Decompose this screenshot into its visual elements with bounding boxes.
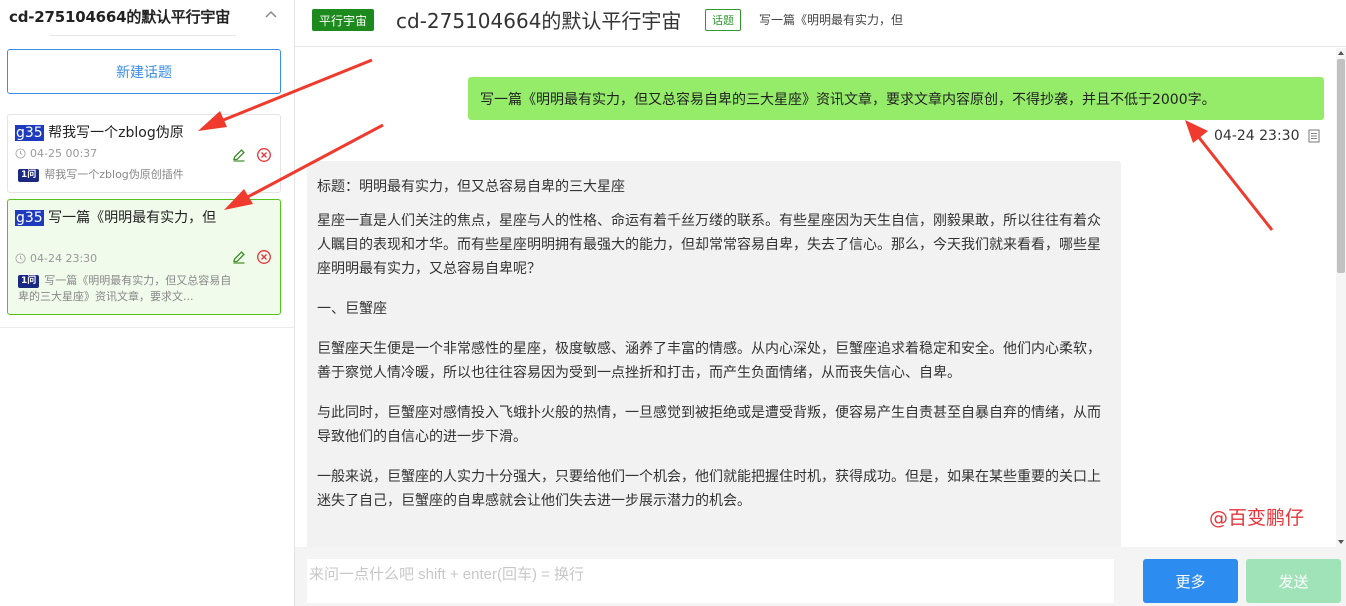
sidebar-list-end-divider [0, 327, 294, 328]
edit-icon[interactable] [231, 249, 247, 265]
chat-header: 平行宇宙 cd-275104664的默认平行宇宙 话题 写一篇《明明最有实力，但 [295, 0, 1346, 47]
question-count-badge: 1问 [18, 275, 40, 288]
edit-icon[interactable] [231, 147, 247, 163]
conversation-preview-text: 写一篇《明明最有实力，但又总容易自卑的三大星座》资讯文章，要求文... [18, 274, 232, 303]
sidebar-header: cd-275104664的默认平行宇宙 [9, 4, 281, 36]
chevron-up-icon[interactable] [263, 6, 279, 22]
conversation-item[interactable]: g35 帮我写一个zblog伪原 04-25 00:37 1问 帮我写一个zbl… [7, 114, 281, 193]
conversation-item-active[interactable]: g35 写一篇《明明最有实力，但 04-24 23:30 1问 写一篇《明明最有… [7, 199, 281, 315]
model-tag: g35 [15, 125, 44, 141]
conversation-title: g35 写一篇《明明最有实力，但 [15, 208, 225, 229]
message-timestamp-text: 04-24 23:30 [1214, 128, 1300, 144]
sidebar-divider [50, 35, 236, 36]
composer: 更多 发送 [295, 547, 1346, 606]
conversation-title-text: 帮我写一个zblog伪原 [43, 125, 184, 141]
scrollbar-thumb[interactable] [1337, 59, 1345, 273]
sidebar: cd-275104664的默认平行宇宙 新建话题 g35 帮我写一个zblog伪… [0, 0, 295, 606]
conversation-preview: 1问 帮我写一个zblog伪原创插件 [18, 167, 238, 183]
conversation-time: 04-24 23:30 [15, 252, 97, 265]
assistant-paragraph: 星座一直是人们关注的焦点，星座与人的性格、命运有着千丝万缕的联系。有些星座因为天… [317, 213, 1101, 277]
assistant-message-bubble: 标题：明明最有实力，但又总容易自卑的三大星座 星座一直是人们关注的焦点，星座与人… [307, 161, 1121, 547]
conversation-title-text: 写一篇《明明最有实力，但 [43, 210, 217, 226]
user-message-bubble: 写一篇《明明最有实力，但又总容易自卑的三大星座》资讯文章，要求文章内容原创，不得… [468, 77, 1324, 120]
topic-badge: 话题 [705, 9, 741, 31]
copy-icon[interactable] [1308, 129, 1320, 143]
sidebar-title: cd-275104664的默认平行宇宙 [9, 8, 230, 26]
assistant-paragraph: 巨蟹座天生便是一个非常感性的星座，极度敏感、涵养了丰富的情感。从内心深处，巨蟹座… [317, 341, 1101, 381]
send-button[interactable]: 发送 [1246, 559, 1341, 603]
conversation-title: g35 帮我写一个zblog伪原 [15, 123, 225, 144]
chat-scrollbar[interactable] [1336, 48, 1346, 547]
clock-icon [15, 253, 26, 264]
more-button[interactable]: 更多 [1143, 559, 1238, 603]
model-tag: g35 [15, 210, 44, 226]
scroll-down-arrow[interactable] [1338, 540, 1344, 544]
universe-badge: 平行宇宙 [312, 9, 375, 31]
conversation-preview: 1问 写一篇《明明最有实力，但又总容易自卑的三大星座》资讯文章，要求文... [18, 273, 238, 305]
conversation-preview-text: 帮我写一个zblog伪原创插件 [44, 168, 184, 181]
new-topic-button[interactable]: 新建话题 [7, 49, 281, 94]
conversation-time: 04-25 00:37 [15, 147, 97, 160]
watermark: @百变鹏仔 [1209, 507, 1305, 529]
delete-icon[interactable] [256, 249, 272, 265]
conversation-time-text: 04-24 23:30 [30, 252, 98, 265]
assistant-paragraph: 一般来说，巨蟹座的人实力十分强大，只要给他们一个机会，他们就能把握住时机，获得成… [317, 469, 1101, 509]
conversation-time-text: 04-25 00:37 [30, 147, 98, 160]
assistant-paragraph: 与此同时，巨蟹座对感情投入飞蛾扑火般的热情，一旦感觉到被拒绝或是遭受背叛，便容易… [317, 405, 1101, 445]
page-title: cd-275104664的默认平行宇宙 [396, 9, 682, 33]
clock-icon [15, 148, 26, 159]
topic-title: 写一篇《明明最有实力，但 [759, 13, 904, 27]
scroll-up-arrow[interactable] [1338, 51, 1344, 55]
question-count-badge: 1问 [18, 169, 40, 182]
assistant-paragraph: 标题：明明最有实力，但又总容易自卑的三大星座 [317, 179, 625, 195]
delete-icon[interactable] [256, 147, 272, 163]
conversation-actions [231, 147, 272, 163]
chat-messages[interactable]: 写一篇《明明最有实力，但又总容易自卑的三大星座》资讯文章，要求文章内容原创，不得… [295, 48, 1336, 547]
app-root: cd-275104664的默认平行宇宙 新建话题 g35 帮我写一个zblog伪… [0, 0, 1346, 606]
assistant-paragraph: 一、巨蟹座 [317, 301, 387, 317]
conversation-actions [231, 249, 272, 265]
message-input[interactable] [307, 559, 1114, 603]
message-timestamp: 04-24 23:30 [1214, 128, 1320, 144]
